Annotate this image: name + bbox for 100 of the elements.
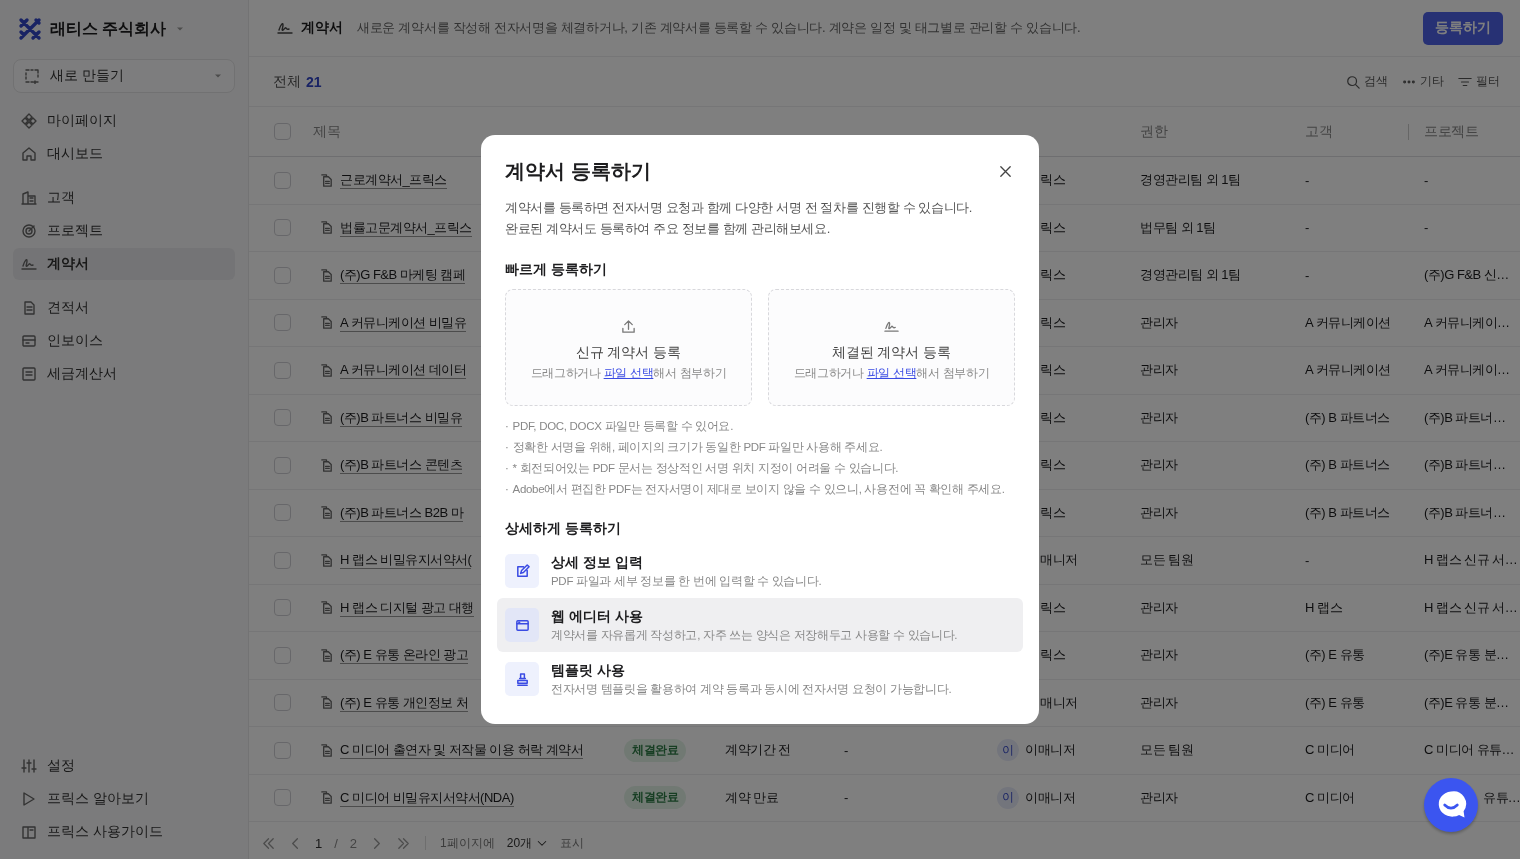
checkbox[interactable] — [274, 694, 291, 712]
table-cell: (주)B 파트너… — [1424, 408, 1506, 427]
table-cell: (주) B 파트너스 — [1305, 408, 1390, 427]
company-name[interactable]: 래티스 주식회사 — [50, 18, 167, 40]
signature-icon — [277, 20, 293, 36]
sidebar-item[interactable]: 마이페이지 — [13, 105, 235, 137]
checkbox[interactable] — [274, 409, 291, 427]
checkbox[interactable] — [274, 741, 291, 759]
checkbox[interactable] — [274, 219, 291, 237]
sidebar-item[interactable]: 고객 — [13, 182, 235, 214]
status-badge: 체결완료 — [624, 738, 686, 762]
option-item[interactable]: 웹 에디터 사용 계약서를 자유롭게 작성하고, 자주 쓰는 양식은 저장해두고 사용할 수 있습니다. — [497, 598, 1023, 652]
table-cell: 매니저 — [1040, 551, 1078, 570]
card-icon — [21, 333, 37, 349]
file-select-link[interactable]: 파일 선택 — [866, 366, 917, 379]
sliders-icon — [21, 758, 37, 774]
search-icon — [1346, 74, 1360, 89]
contract-title-link[interactable]: H 랩스 디지털 광고 대행 — [340, 598, 474, 617]
more-button[interactable]: 기타 — [1402, 73, 1444, 90]
checkbox[interactable] — [274, 314, 291, 332]
drop-zone[interactable]: 신규 계약서 등록 드래그하거나 파일 선택해서 첨부하기 — [505, 289, 752, 406]
filter-button[interactable]: 필터 — [1458, 73, 1500, 90]
table-cell: (주)B 파트너… — [1424, 456, 1506, 475]
edit-icon — [514, 563, 530, 579]
signature-icon — [21, 256, 37, 272]
section-title: 빠르게 등록하기 — [505, 261, 608, 279]
option-item[interactable]: 상세 정보 입력 PDF 파일과 세부 정보를 한 번에 입력할 수 있습니다. — [497, 544, 1023, 598]
register-button[interactable]: 등록하기 — [1423, 11, 1503, 45]
checkbox[interactable] — [274, 504, 291, 522]
document-icon — [319, 362, 334, 378]
contract-title-link[interactable]: H 랩스 비밀유지서약서( — [340, 551, 472, 570]
document-icon — [319, 695, 334, 711]
checkbox[interactable] — [274, 599, 291, 617]
sidebar-item[interactable]: 계약서 — [13, 248, 235, 280]
dialog-title: 계약서 등록하기 — [505, 158, 651, 184]
checkbox[interactable] — [274, 456, 291, 474]
checkbox[interactable] — [274, 266, 291, 284]
sidebar-item[interactable]: 인보이스 — [13, 325, 235, 357]
option-title: 템플릿 사용 — [551, 661, 626, 680]
contract-title-link[interactable]: (주)B 파트너스 비밀유 — [340, 408, 463, 427]
table-cell: 릭스 — [1040, 456, 1065, 475]
checkbox[interactable] — [274, 123, 291, 140]
last-page-icon[interactable] — [396, 835, 412, 851]
upload-icon — [621, 318, 636, 334]
contract-title-link[interactable]: A 커뮤니케이션 데이터 — [340, 361, 467, 380]
note-text: * 회전되어있는 PDF 문서는 정상적인 서명 위치 지정이 어려울 수 있습니다. — [512, 461, 899, 476]
table-cell: - — [844, 790, 848, 806]
contract-title-link[interactable]: (주)G F&B 마케팅 캠페 — [340, 266, 466, 285]
current-page: 1 — [315, 835, 323, 851]
checkbox[interactable] — [274, 551, 291, 569]
contract-title-link[interactable]: C 미디어 비밀유지서약서(NDA) — [340, 788, 514, 807]
sidebar-item[interactable]: 대시보드 — [13, 138, 235, 170]
contract-title-link[interactable]: (주) E 유통 개인정보 처 — [340, 693, 469, 712]
stamp-icon — [514, 671, 530, 687]
contract-title-link[interactable]: (주)B 파트너스 B2B 마 — [340, 503, 464, 522]
contract-title-link[interactable]: 법률고문계약서_프릭스 — [340, 218, 472, 237]
table-cell: 릭스 — [1040, 408, 1065, 427]
column-header[interactable]: 고객 — [1305, 122, 1332, 141]
building-icon — [21, 190, 37, 206]
contract-title-link[interactable]: (주)B 파트너스 콘텐츠 — [340, 456, 463, 475]
new-button[interactable]: 새로 만들기 — [13, 59, 235, 93]
search-button[interactable]: 검색 — [1346, 73, 1388, 90]
table-cell: A 커뮤니케이션 — [1305, 361, 1391, 380]
sidebar-item[interactable]: 설정 — [13, 750, 235, 782]
document-icon — [319, 315, 334, 331]
sidebar-item[interactable]: 프릭스 사용가이드 — [13, 816, 235, 848]
sidebar-item[interactable]: 프로젝트 — [13, 215, 235, 247]
logo-icon — [18, 17, 42, 41]
checkbox[interactable] — [274, 171, 291, 189]
table-cell: 관리자 — [1140, 456, 1178, 475]
contract-title-link[interactable]: (주) E 유통 온라인 광고 — [340, 646, 469, 665]
status-badge: 체결완료 — [624, 786, 686, 810]
sidebar-item[interactable]: 세금계산서 — [13, 358, 235, 390]
table-cell: (주)B 파트너… — [1424, 503, 1506, 522]
first-page-icon[interactable] — [261, 835, 276, 851]
sidebar-item[interactable]: 견적서 — [13, 292, 235, 324]
total-label: 전체 — [273, 72, 301, 91]
column-header[interactable]: 제목 — [313, 122, 340, 141]
contract-title-link[interactable]: A 커뮤니케이션 비밀유 — [340, 313, 467, 332]
table-cell: A 커뮤니케이션 — [1305, 313, 1391, 332]
table-cell: H 랩스 — [1305, 598, 1342, 617]
option-item[interactable]: 템플릿 사용 전자서명 템플릿을 활용하여 계약 등록과 동시에 전자서명 요청이 가능합니다. — [497, 652, 1023, 706]
column-header[interactable]: 권한 — [1140, 122, 1167, 141]
document-icon — [319, 790, 334, 806]
sidebar-item[interactable]: 프릭스 알아보기 — [13, 783, 235, 815]
document-icon — [319, 742, 334, 758]
bullet: · — [505, 419, 509, 434]
checkbox[interactable] — [274, 646, 291, 664]
contract-title-link[interactable]: 근로계약서_프릭스 — [340, 171, 447, 190]
chat-button[interactable] — [1424, 778, 1478, 832]
column-header[interactable]: 프로젝트 — [1424, 122, 1478, 141]
per-page-select[interactable]: 20개 — [506, 834, 549, 852]
document-icon — [319, 600, 334, 616]
checkbox[interactable] — [274, 361, 291, 379]
option-description: PDF 파일과 세부 정보를 한 번에 입력할 수 있습니다. — [551, 573, 822, 589]
drop-zone[interactable]: 체결된 계약서 등록 드래그하거나 파일 선택해서 첨부하기 — [768, 289, 1015, 406]
file-select-link[interactable]: 파일 선택 — [603, 366, 654, 379]
drop-zone-title: 체결된 계약서 등록 — [831, 343, 952, 362]
contract-title-link[interactable]: C 미디어 출연자 및 저작물 이용 허락 계약서 — [340, 741, 584, 760]
checkbox[interactable] — [274, 789, 291, 807]
